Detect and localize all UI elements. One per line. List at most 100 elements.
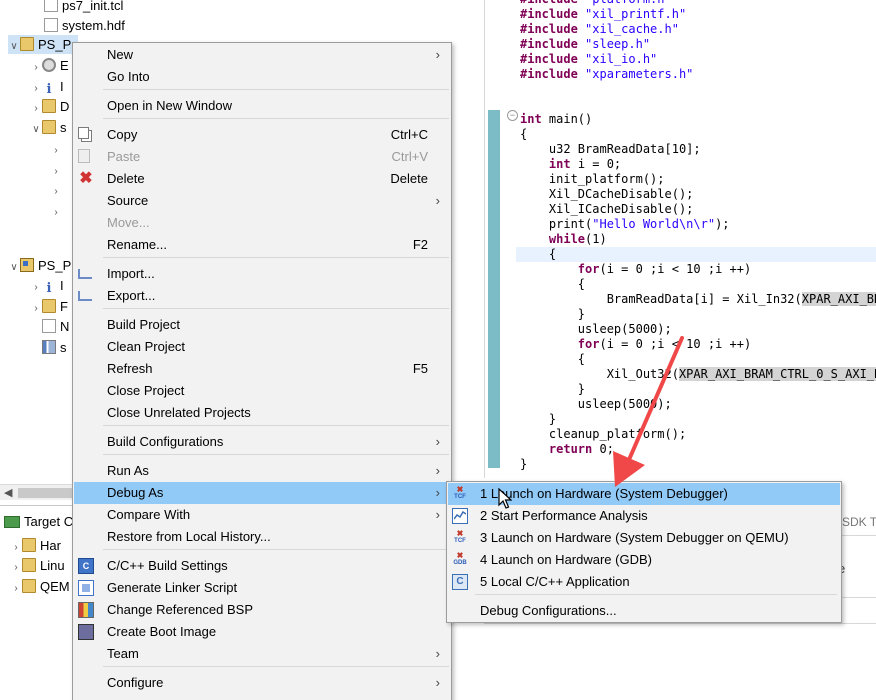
tree-item-hardware[interactable]: › Har — [10, 536, 61, 555]
tree-item-s2[interactable]: s — [42, 338, 67, 357]
menu-item-import[interactable]: Import... — [74, 263, 450, 285]
menu-item-refresh[interactable]: Refresh F5 — [74, 358, 450, 380]
expand-icon[interactable]: › — [10, 558, 22, 577]
menu-item-copy[interactable]: Copy Ctrl+C — [74, 124, 450, 146]
submenu-item-4-launch-on-hardware-gdb[interactable]: ✖ GDB 4 Launch on Hardware (GDB) — [448, 549, 840, 571]
expand-icon[interactable]: › — [50, 162, 62, 181]
code-line[interactable]: { — [520, 127, 527, 142]
expand-icon[interactable]: › — [10, 579, 22, 598]
tree-item-child[interactable]: › — [50, 139, 62, 158]
tree-item-project-2[interactable]: ∨ PS_P — [8, 256, 71, 275]
code-line[interactable]: Xil_Out32(XPAR_AXI_BRAM_CTRL_0_S_AXI_BA — [520, 367, 876, 382]
expand-icon[interactable]: › — [30, 58, 42, 77]
code-line[interactable]: BramReadData[i] = Xil_In32(XPAR_AXI_BRA — [520, 292, 876, 307]
menu-item-debug-as[interactable]: Debug As › — [74, 482, 450, 504]
tab-target-connections[interactable]: Target C — [4, 514, 73, 529]
tree-item-f[interactable]: › F — [30, 297, 68, 316]
code-line[interactable]: return 0; — [520, 442, 614, 457]
tree-item-child[interactable]: › — [50, 201, 62, 220]
menu-item-open-in-new-window[interactable]: Open in New Window — [74, 95, 450, 117]
code-editor[interactable]: − #include "platform.h"#include "xil_pri… — [484, 0, 876, 478]
scroll-left-icon[interactable]: ◀ — [4, 485, 12, 501]
menu-item-new[interactable]: New › — [74, 44, 450, 66]
code-line[interactable]: int i = 0; — [520, 157, 621, 172]
code-line[interactable]: usleep(5000); — [520, 397, 672, 412]
code-line[interactable]: while(1) — [520, 232, 607, 247]
tree-item-system-hdf[interactable]: system.hdf — [44, 16, 125, 35]
expand-icon[interactable]: › — [30, 99, 42, 118]
code-line[interactable]: #include "sleep.h" — [520, 37, 650, 52]
menu-item-close-unrelated-projects[interactable]: Close Unrelated Projects — [74, 402, 450, 424]
menu-item-move[interactable]: Move... — [74, 212, 450, 234]
code-line[interactable]: } — [520, 307, 585, 322]
tree-item-linux[interactable]: › Linu — [10, 556, 65, 575]
menu-item-c-c-build-settings[interactable]: C C/C++ Build Settings — [74, 555, 450, 577]
code-line[interactable]: Xil_DCacheDisable(); — [520, 187, 694, 202]
code-line[interactable]: #include "platform.h" — [520, 0, 672, 7]
code-line[interactable]: { — [520, 352, 585, 367]
menu-item-team[interactable]: Team › — [74, 643, 450, 665]
tree-item-ps7-init[interactable]: ps7_init.tcl — [44, 0, 123, 15]
tree-item-project-1[interactable]: ∨ PS_P — [8, 35, 78, 54]
expand-icon[interactable]: › — [50, 203, 62, 222]
tree-item-child[interactable]: › — [50, 160, 62, 179]
tab-sdk-terminal[interactable]: SDK T — [842, 515, 876, 529]
fold-collapse-icon[interactable]: − — [507, 110, 518, 121]
menu-item-close-project[interactable]: Close Project — [74, 380, 450, 402]
menu-item-go-into[interactable]: Go Into — [74, 66, 450, 88]
tree-item-i[interactable]: › i I — [30, 77, 63, 98]
expand-icon[interactable]: › — [50, 141, 62, 160]
menu-item-build-project[interactable]: Build Project — [74, 314, 450, 336]
code-line[interactable]: Xil_ICacheDisable(); — [520, 202, 694, 217]
menu-item-clean-project[interactable]: Clean Project — [74, 336, 450, 358]
code-line[interactable]: usleep(5000); — [520, 322, 672, 337]
code-line[interactable]: #include "xil_io.h" — [520, 52, 657, 67]
menu-item-change-referenced-bsp[interactable]: Change Referenced BSP — [74, 599, 450, 621]
menu-item-source[interactable]: Source › — [74, 190, 450, 212]
code-line[interactable]: } — [520, 412, 556, 427]
expand-icon[interactable]: › — [50, 182, 62, 201]
collapse-icon[interactable]: ∨ — [8, 258, 20, 277]
tree-item-i2[interactable]: › i I — [30, 276, 63, 297]
tree-item-d[interactable]: › D — [30, 97, 69, 116]
menu-item-delete[interactable]: ✖ Delete Delete — [74, 168, 450, 190]
code-line[interactable]: init_platform(); — [520, 172, 665, 187]
tree-item-child[interactable]: › — [50, 180, 62, 199]
menu-item-generate-linker-script[interactable]: Generate Linker Script — [74, 577, 450, 599]
submenu-item-3-launch-on-hardware-system-debugger-on-qemu[interactable]: ✖ TCF 3 Launch on Hardware (System Debugge… — [448, 527, 840, 549]
tree-item-n[interactable]: N — [42, 317, 69, 336]
collapse-icon[interactable]: ∨ — [30, 120, 42, 139]
code-line[interactable]: } — [520, 457, 527, 472]
menu-item-run-as[interactable]: Run As › — [74, 460, 450, 482]
code-line[interactable]: for(i = 0 ;i < 10 ;i ++) — [520, 337, 751, 352]
code-line[interactable]: int main() — [520, 112, 592, 127]
menu-item-configure[interactable]: Configure › — [74, 672, 450, 694]
tree-item-e[interactable]: › E — [30, 56, 69, 75]
expand-icon[interactable]: › — [10, 538, 22, 557]
code-line[interactable]: cleanup_platform(); — [520, 427, 686, 442]
menu-item-rename[interactable]: Rename... F2 — [74, 234, 450, 256]
code-line[interactable]: } — [520, 382, 585, 397]
code-line[interactable]: #include "xil_cache.h" — [520, 22, 679, 37]
menu-item-export[interactable]: Export... — [74, 285, 450, 307]
menu-item-build-configurations[interactable]: Build Configurations › — [74, 431, 450, 453]
expand-icon[interactable]: › — [30, 79, 42, 98]
code-line[interactable]: u32 BramReadData[10]; — [520, 142, 701, 157]
menu-item-paste[interactable]: Paste Ctrl+V — [74, 146, 450, 168]
code-line[interactable]: print("Hello World\n\r"); — [520, 217, 730, 232]
expand-icon[interactable]: › — [30, 278, 42, 297]
menu-item-create-boot-image[interactable]: Create Boot Image — [74, 621, 450, 643]
code-line[interactable]: #include "xparameters.h" — [520, 67, 693, 82]
expand-icon[interactable]: › — [30, 299, 42, 318]
tree-item-qemu[interactable]: › QEM — [10, 577, 70, 596]
menu-item-restore-from-local-history[interactable]: Restore from Local History... — [74, 526, 450, 548]
code-line[interactable]: { — [520, 277, 585, 292]
submenu-item-5-local-c-c-application[interactable]: C 5 Local C/C++ Application — [448, 571, 840, 593]
submenu-item-debug-configurations[interactable]: Debug Configurations... — [448, 600, 840, 622]
code-line[interactable]: for(i = 0 ;i < 10 ;i ++) — [520, 262, 751, 277]
menu-item-compare-with[interactable]: Compare With › — [74, 504, 450, 526]
code-line[interactable]: #include "xil_printf.h" — [520, 7, 686, 22]
collapse-icon[interactable]: ∨ — [8, 37, 20, 56]
tree-item-s[interactable]: ∨ s — [30, 118, 67, 137]
code-line[interactable]: { — [516, 247, 876, 262]
